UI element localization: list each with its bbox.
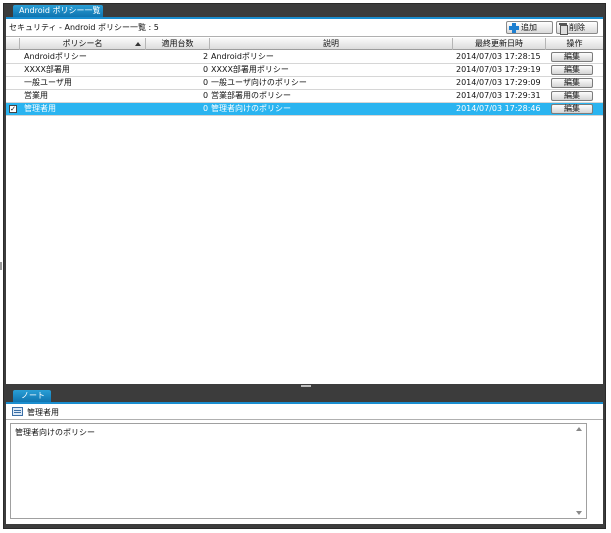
- scroll-down-icon[interactable]: [576, 511, 582, 515]
- note-content: 管理者向けのポリシー: [15, 428, 95, 437]
- edit-button[interactable]: 編集: [551, 78, 593, 88]
- row-updated: 2014/07/03 17:29:09: [456, 78, 541, 87]
- row-updated: 2014/07/03 17:29:19: [456, 65, 541, 74]
- row-name: XXXX部署用: [24, 65, 70, 74]
- note-tab-bar: ノート: [4, 389, 605, 402]
- row-description: 管理者向けのポリシー: [211, 104, 291, 113]
- table-row[interactable]: Androidポリシー 2 Androidポリシー 2014/07/03 17:…: [6, 51, 603, 64]
- tab-android-policy-list[interactable]: Android ポリシー一覧: [13, 5, 103, 17]
- note-header: 管理者用: [6, 404, 603, 420]
- top-tab-bar: Android ポリシー一覧: [4, 4, 605, 17]
- row-name: 営業用: [24, 91, 48, 100]
- delete-button-label: 削除: [569, 23, 585, 32]
- row-updated: 2014/07/03 17:29:31: [456, 91, 541, 100]
- row-name: 管理者用: [24, 104, 56, 113]
- column-header-action: 操作: [566, 39, 583, 48]
- row-description: Androidポリシー: [211, 52, 274, 61]
- column-header-count[interactable]: 適用台数: [146, 38, 210, 50]
- row-updated: 2014/07/03 17:28:46: [456, 104, 541, 113]
- table-row-selected[interactable]: ✓ 管理者用 0 管理者向けのポリシー 2014/07/03 17:28:46 …: [6, 103, 603, 116]
- edit-button[interactable]: 編集: [551, 52, 593, 62]
- note-scrollbar[interactable]: [574, 424, 584, 518]
- edit-button[interactable]: 編集: [551, 91, 593, 101]
- policy-list-panel: セキュリティ - Android ポリシー一覧 : 5 追加 削除 ポリシー名 …: [6, 17, 603, 386]
- splitter-grip-icon[interactable]: [301, 385, 311, 387]
- side-resize-handle[interactable]: [0, 262, 2, 270]
- column-header-name[interactable]: ポリシー名: [20, 38, 146, 50]
- trash-icon: [559, 22, 568, 35]
- edit-button[interactable]: 編集: [551, 104, 593, 114]
- row-count: 2: [203, 52, 209, 61]
- column-header-updated[interactable]: 最終更新日時: [453, 38, 546, 50]
- plus-icon: [509, 22, 519, 33]
- page-title: セキュリティ - Android ポリシー一覧 : 5: [9, 23, 159, 32]
- column-header-description[interactable]: 説明: [210, 38, 453, 50]
- row-name: Androidポリシー: [24, 52, 87, 61]
- note-textarea[interactable]: 管理者向けのポリシー: [10, 423, 587, 519]
- table-row[interactable]: XXXX部署用 0 XXXX部署用ポリシー 2014/07/03 17:29:1…: [6, 64, 603, 77]
- table-row[interactable]: 一般ユーザ用 0 一般ユーザ向けのポリシー 2014/07/03 17:29:0…: [6, 77, 603, 90]
- row-count: 0: [203, 91, 209, 100]
- note-title: 管理者用: [27, 408, 59, 417]
- row-name: 一般ユーザ用: [24, 78, 72, 87]
- row-description: 営業部署用のポリシー: [211, 91, 291, 100]
- app-frame: Android ポリシー一覧 セキュリティ - Android ポリシー一覧 :…: [3, 3, 606, 529]
- row-count: 0: [203, 65, 209, 74]
- row-count: 0: [203, 104, 209, 113]
- row-count: 0: [203, 78, 209, 87]
- note-icon: [12, 407, 23, 416]
- row-checkbox[interactable]: ✓: [9, 105, 17, 113]
- table-row[interactable]: 営業用 0 営業部署用のポリシー 2014/07/03 17:29:31 編集: [6, 90, 603, 103]
- delete-button[interactable]: 削除: [556, 21, 598, 35]
- sort-ascending-icon: [135, 42, 141, 46]
- list-toolbar: セキュリティ - Android ポリシー一覧 : 5 追加 削除: [6, 19, 603, 37]
- table-header: ポリシー名 適用台数 説明 最終更新日時 操作: [6, 38, 603, 50]
- note-panel: 管理者用 管理者向けのポリシー: [6, 402, 603, 524]
- column-header-select: [6, 38, 20, 50]
- row-description: XXXX部署用ポリシー: [211, 65, 289, 74]
- scroll-up-icon[interactable]: [576, 427, 582, 431]
- policy-table: ポリシー名 適用台数 説明 最終更新日時 操作 Androidポリシー 2 An…: [6, 38, 603, 386]
- edit-button[interactable]: 編集: [551, 65, 593, 75]
- add-button[interactable]: 追加: [506, 21, 553, 34]
- row-updated: 2014/07/03 17:28:15: [456, 52, 541, 61]
- tab-note[interactable]: ノート: [13, 390, 51, 402]
- column-header-name-label: ポリシー名: [62, 39, 103, 48]
- row-description: 一般ユーザ向けのポリシー: [211, 78, 307, 87]
- add-button-label: 追加: [521, 23, 537, 32]
